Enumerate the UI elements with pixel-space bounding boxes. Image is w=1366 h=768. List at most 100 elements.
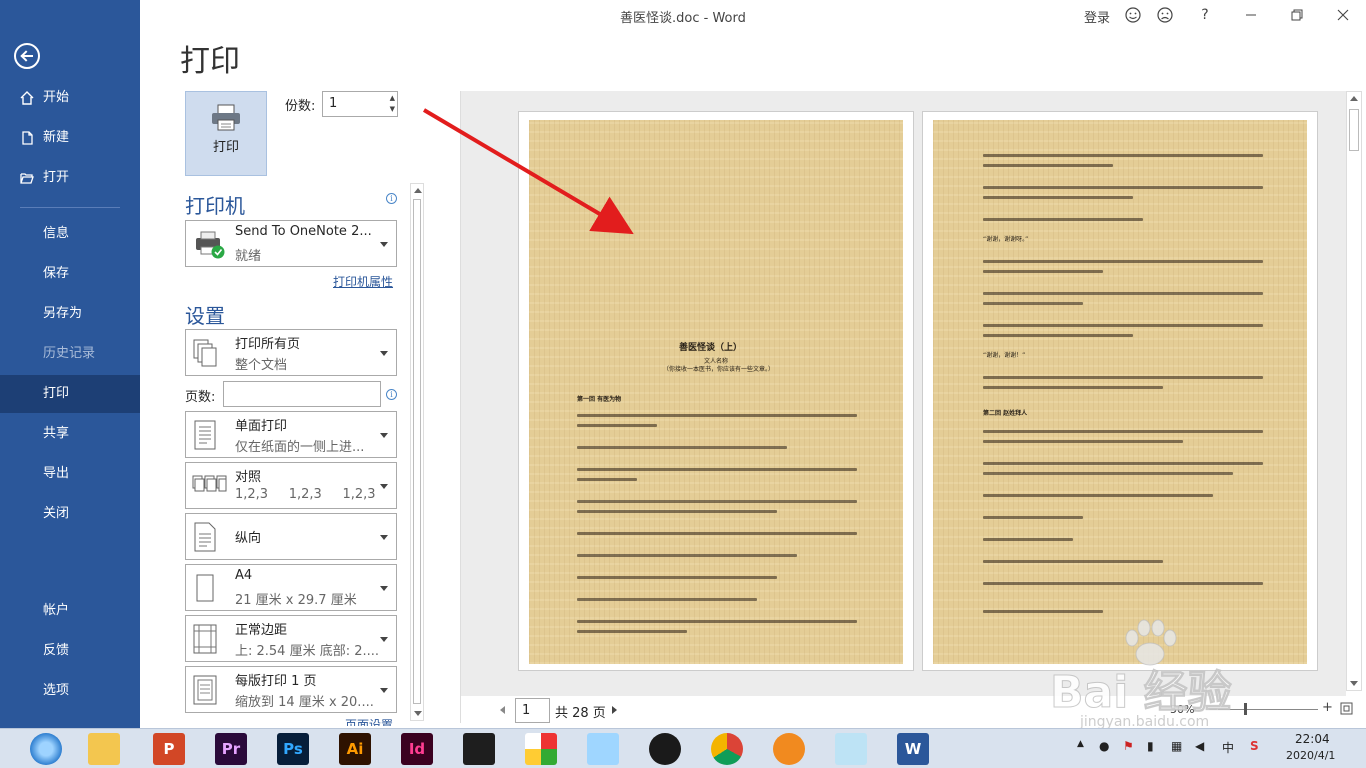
paper-size-select[interactable]: A4 21 厘米 x 29.7 厘米: [185, 564, 397, 611]
duplex-label: 单面打印: [235, 419, 288, 434]
qq-tray-icon[interactable]: ●: [1099, 739, 1109, 753]
zoom-in-icon[interactable]: +: [1322, 700, 1333, 715]
next-page-icon[interactable]: [612, 706, 617, 714]
preview-scrollbar[interactable]: [1346, 91, 1362, 691]
login-link[interactable]: 登录: [1084, 7, 1110, 26]
orientation-select[interactable]: 纵向: [185, 513, 397, 560]
printer-select[interactable]: Send To OneNote 2... 就绪: [185, 220, 397, 267]
restore-icon[interactable]: [1286, 5, 1308, 25]
info-icon[interactable]: i: [386, 193, 397, 204]
text-line: [983, 218, 1143, 221]
clock-date[interactable]: 2020/4/1: [1286, 749, 1335, 762]
text-line: [577, 500, 857, 503]
network-tray-icon[interactable]: ▦: [1171, 739, 1182, 753]
previous-page-icon[interactable]: [500, 706, 505, 714]
text-line: [983, 196, 1133, 199]
photoshop-icon[interactable]: Ps: [277, 733, 309, 765]
pages-per-sheet-icon: [193, 675, 217, 705]
minimize-icon[interactable]: [1240, 5, 1262, 25]
smile-feedback-icon[interactable]: [1124, 6, 1142, 24]
sidebar-item-info[interactable]: 信息: [0, 215, 140, 253]
settings-scrollbar[interactable]: [410, 183, 424, 721]
sidebar-item-options[interactable]: 选项: [0, 672, 140, 710]
qq-icon[interactable]: [649, 733, 681, 765]
page-setup-link[interactable]: 页面设置: [345, 716, 393, 726]
scroll-down-icon[interactable]: [414, 711, 422, 716]
sidebar-item-share[interactable]: 共享: [0, 415, 140, 453]
help-button[interactable]: ?: [1194, 5, 1216, 25]
scroll-down-icon[interactable]: [1350, 681, 1358, 686]
tray-expand-icon[interactable]: ▲: [1077, 739, 1084, 749]
sidebar-item-open[interactable]: 打开: [0, 159, 140, 197]
sidebar-item-new[interactable]: 新建: [0, 119, 140, 157]
powerpoint-icon[interactable]: P: [153, 733, 185, 765]
chrome-icon[interactable]: [711, 733, 743, 765]
print-button[interactable]: 打印: [185, 91, 267, 176]
chevron-down-icon: [380, 242, 388, 247]
scroll-up-icon[interactable]: [1350, 96, 1358, 101]
umbrella-app-icon[interactable]: [525, 733, 557, 765]
text-line: [983, 334, 1133, 337]
collate-select[interactable]: 对照 1,2,3 1,2,3 1,2,3: [185, 462, 397, 509]
sidebar-item-export[interactable]: 导出: [0, 455, 140, 493]
frown-feedback-icon[interactable]: [1156, 6, 1174, 24]
text-line: [577, 554, 797, 557]
volume-tray-icon[interactable]: ◀: [1195, 739, 1204, 753]
sidebar-item-home[interactable]: 开始: [0, 79, 140, 117]
text-line: [983, 538, 1073, 541]
file-explorer-icon[interactable]: [88, 733, 120, 765]
video-editor-icon[interactable]: [463, 733, 495, 765]
scrollbar-thumb[interactable]: [1349, 109, 1359, 151]
copies-stepper[interactable]: 1 ▲ ▼: [322, 91, 398, 117]
duplex-select[interactable]: 单面打印 仅在纸面的一侧上进...: [185, 411, 397, 458]
chevron-down-icon: [380, 535, 388, 540]
fox-app-icon[interactable]: [773, 733, 805, 765]
ime-indicator[interactable]: 中: [1222, 739, 1234, 756]
decrement-icon[interactable]: ▼: [390, 105, 395, 113]
dialogue-line: “谢谢，谢谢！”: [983, 352, 1026, 359]
zoom-slider-thumb[interactable]: [1244, 703, 1247, 715]
illustrator-icon[interactable]: Ai: [339, 733, 371, 765]
zoom-slider[interactable]: [1218, 709, 1318, 710]
text-line: [577, 510, 777, 513]
qq-cat-icon[interactable]: [587, 733, 619, 765]
margins-select[interactable]: 正常边距 上: 2.54 厘米 底部: 2....: [185, 615, 397, 662]
sogou-tray-icon[interactable]: S: [1250, 739, 1259, 753]
sidebar-item-feedback[interactable]: 反馈: [0, 632, 140, 670]
notes-icon[interactable]: [835, 733, 867, 765]
close-icon[interactable]: [1332, 5, 1354, 25]
word-icon[interactable]: W: [897, 733, 929, 765]
scrollbar-thumb[interactable]: [413, 199, 421, 704]
sidebar-item-label: 新建: [43, 130, 70, 145]
paper-size-sub: 21 厘米 x 29.7 厘米: [235, 593, 357, 608]
flag-tray-icon[interactable]: ⚑: [1123, 739, 1134, 753]
clock-time[interactable]: 22:04: [1295, 732, 1330, 746]
copies-value: 1: [329, 96, 338, 111]
back-arrow-icon[interactable]: [14, 43, 40, 69]
current-page-input[interactable]: 1: [515, 698, 550, 723]
sidebar-item-history[interactable]: 历史记录: [0, 335, 140, 373]
text-line: [577, 446, 787, 449]
indesign-icon[interactable]: Id: [401, 733, 433, 765]
total-pages: 共 28 页: [555, 706, 606, 721]
premiere-icon[interactable]: Pr: [215, 733, 247, 765]
pages-input[interactable]: [223, 381, 381, 407]
sidebar-item-save-as[interactable]: 另存为: [0, 295, 140, 333]
increment-icon[interactable]: ▲: [390, 94, 395, 102]
printer-properties-link[interactable]: 打印机属性: [333, 273, 393, 290]
new-document-icon: [22, 131, 33, 145]
pages-per-sheet-select[interactable]: 每版打印 1 页 缩放到 14 厘米 x 20....: [185, 666, 397, 713]
title-bar: 善医怪谈.doc - Word 登录 ?: [140, 0, 1366, 30]
browser-icon[interactable]: [30, 733, 62, 765]
paper-size-label: A4: [235, 568, 253, 583]
sidebar-item-save[interactable]: 保存: [0, 255, 140, 293]
sidebar-item-account[interactable]: 帐户: [0, 592, 140, 630]
text-line: [983, 494, 1213, 497]
print-range-select[interactable]: 打印所有页 整个文档: [185, 329, 397, 376]
parchment-background: “谢谢，谢谢呀。” “谢谢，谢谢！” 第二回 赵姓拜人: [933, 120, 1307, 664]
fit-page-icon[interactable]: [1340, 702, 1353, 715]
sidebar-item-close[interactable]: 关闭: [0, 495, 140, 533]
battery-tray-icon[interactable]: ▮: [1147, 739, 1154, 753]
info-icon[interactable]: i: [386, 389, 397, 400]
sidebar-item-print[interactable]: 打印: [0, 375, 140, 413]
